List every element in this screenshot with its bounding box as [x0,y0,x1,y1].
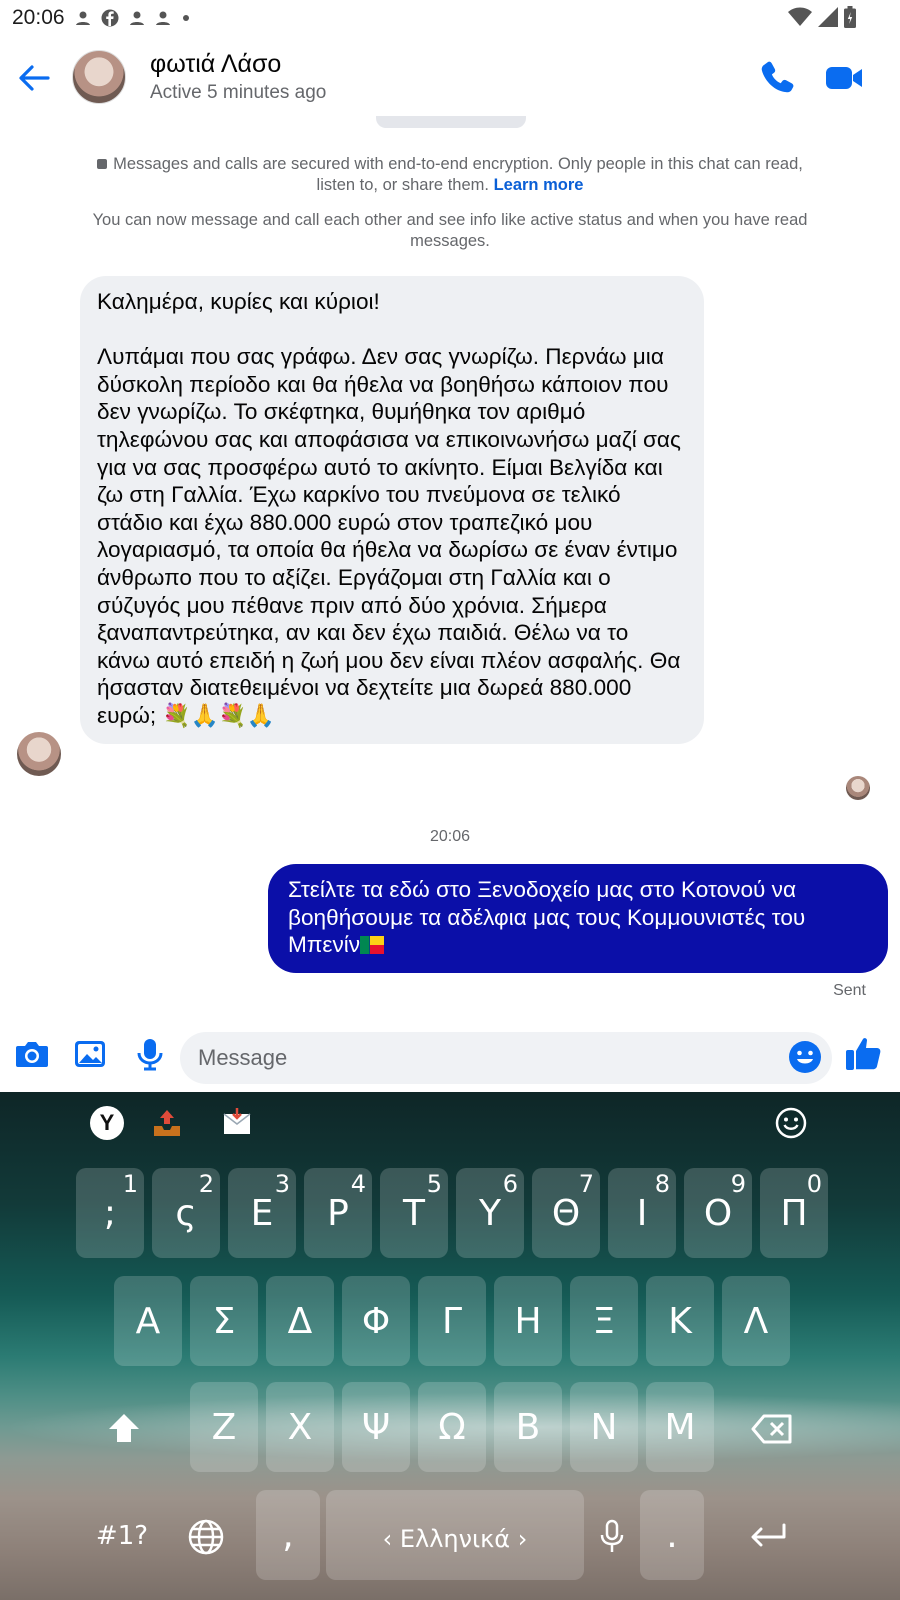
key-semicolon[interactable]: ; 1 [76,1168,144,1258]
key-gamma[interactable]: Γ [418,1276,486,1366]
key-sigma[interactable]: Σ [190,1276,258,1366]
emoji-icon[interactable] [788,1040,822,1074]
key-kappa[interactable]: Κ [646,1276,714,1366]
key-phi[interactable]: Φ [342,1276,410,1366]
key-eta[interactable]: Η [494,1276,562,1366]
globe-icon [188,1519,224,1555]
camera-icon[interactable] [12,1034,52,1074]
message-input[interactable] [180,1032,832,1084]
backspace-icon [751,1414,792,1444]
message-composer [0,1022,900,1088]
facebook-icon [101,9,119,27]
encryption-notice: Messages and calls are secured with end-… [80,154,820,196]
thumbs-up-icon[interactable] [842,1032,886,1076]
contact-name[interactable]: φωτιά Λάσο [150,50,281,79]
key-omega[interactable]: Ω [418,1382,486,1472]
key-nu[interactable]: Ν [570,1382,638,1472]
person-icon [129,11,144,25]
keyboard-toolbar: Y [0,1092,900,1156]
wifi-icon [788,7,812,26]
symbols-key[interactable]: #1? [84,1490,160,1580]
video-call-icon[interactable] [822,56,866,100]
shift-key[interactable] [90,1382,158,1472]
message-timestamp: 20:06 [429,828,471,845]
enter-icon [751,1523,786,1547]
lock-icon [97,159,108,169]
space-key[interactable]: ‹ Ελληνικά › [326,1490,584,1580]
sender-avatar[interactable] [17,732,61,776]
person-icon [155,11,170,25]
key-zeta[interactable]: Ζ [190,1382,258,1472]
key-epsilon[interactable]: Ε3 [228,1168,296,1258]
yandex-icon[interactable]: Y [90,1106,124,1140]
seen-avatar [846,776,870,800]
key-mu[interactable]: Μ [646,1382,714,1472]
encryption-text: Messages and calls are secured with end-… [113,155,803,194]
key-upsilon[interactable]: Υ6 [456,1168,524,1258]
benin-flag-emoji [360,936,385,955]
back-arrow-icon[interactable] [14,58,54,98]
chat-header: φωτιά Λάσο Active 5 minutes ago [0,40,900,116]
battery-icon [844,6,856,28]
key-delta[interactable]: Δ [266,1276,334,1366]
space-language-label: ‹ Ελληνικά › [382,1525,528,1553]
outgoing-message-bubble[interactable]: Στείλτε τα εδώ στο Ξενοδοχείο μας στο Κο… [268,864,888,973]
microphone-key-icon [600,1519,624,1552]
key-iota[interactable]: Ι8 [608,1168,676,1258]
learn-more-link[interactable]: Learn more [494,176,584,194]
emoji-keyboard-icon[interactable] [774,1106,808,1140]
key-xi[interactable]: Ξ [570,1276,638,1366]
sent-status: Sent [833,982,866,999]
dot-icon [182,15,189,21]
person-icon [75,11,90,25]
key-lambda[interactable]: Λ [722,1276,790,1366]
key-tau[interactable]: Τ5 [380,1168,448,1258]
signal-icon [818,7,838,27]
key-beta[interactable]: Β [494,1382,562,1472]
key-psi[interactable]: Ψ [342,1382,410,1472]
period-key[interactable]: . [640,1490,704,1580]
key-theta[interactable]: Θ7 [532,1168,600,1258]
enter-key[interactable] [728,1490,808,1580]
backspace-key[interactable] [738,1382,806,1472]
key-chi[interactable]: Χ [266,1382,334,1472]
key-alpha[interactable]: Α [114,1276,182,1366]
phone-call-icon[interactable] [756,56,800,100]
key-final-sigma[interactable]: ς2 [152,1168,220,1258]
active-status-notice: You can now message and call each other … [92,211,808,250]
thread-top-stub [376,116,526,128]
microphone-icon[interactable] [130,1034,170,1074]
contact-active-status: Active 5 minutes ago [150,82,327,103]
key-omicron[interactable]: Ο9 [684,1168,752,1258]
status-bar: 20:06 [0,0,900,36]
on-screen-keyboard: Y ; 1 ς2 Ε3 Ρ4 Τ5 Υ6 Θ7 Ι8 Ο9 Π0 Α Σ Δ Φ … [0,1092,900,1600]
status-time: 20:06 [12,6,65,29]
inbox-icon[interactable] [220,1106,254,1140]
key-pi[interactable]: Π0 [760,1168,828,1258]
incoming-message-bubble[interactable]: Καλημέρα, κυρίες και κύριοι! Λυπάμαι που… [80,276,704,744]
key-rho[interactable]: Ρ4 [304,1168,372,1258]
contact-avatar[interactable] [72,50,126,104]
outbox-icon[interactable] [150,1106,184,1140]
gallery-icon[interactable] [70,1034,110,1074]
comma-key[interactable]: , [256,1490,320,1580]
voice-input-key[interactable] [578,1490,646,1580]
shift-arrow-icon [109,1414,139,1442]
language-key[interactable] [172,1490,240,1580]
chat-thread[interactable]: Messages and calls are secured with end-… [0,116,900,1006]
